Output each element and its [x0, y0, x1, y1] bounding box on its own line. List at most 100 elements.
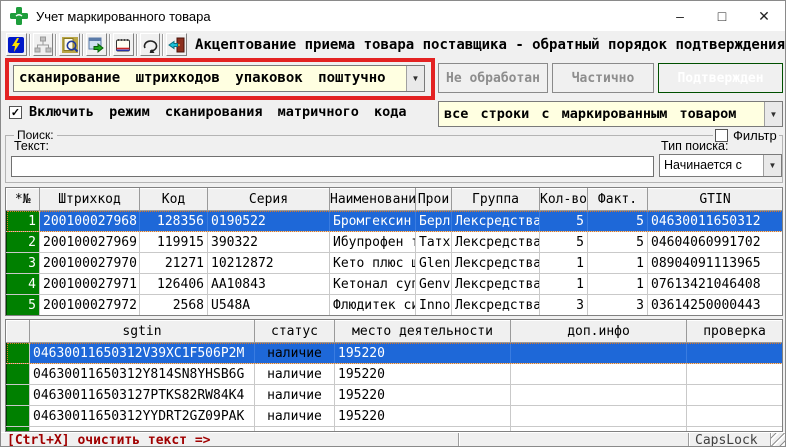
row-number-indicator: 3 — [6, 252, 40, 274]
maximize-button[interactable]: □ — [701, 1, 743, 31]
items-cell: Кетонал суп — [329, 273, 416, 295]
items-row[interactable]: 52001000279722568U548AФлюдитек сиInnotЛе… — [6, 294, 782, 315]
capslock-indicator: CapsLock — [689, 433, 771, 446]
column-header[interactable]: Серия — [207, 188, 330, 211]
sgtin-row[interactable]: 046300116503127PTKS82RW84K4 наличие 195220 — [6, 384, 782, 406]
sgtin-row[interactable]: 04630011650312V39XC1F506P2M наличие 195220 — [6, 342, 782, 364]
items-cell: Лексредства — [451, 294, 540, 315]
items-cell: 1 — [587, 252, 648, 274]
search-document-icon — [61, 36, 78, 53]
items-cell: 200100027972 — [39, 294, 140, 315]
chevron-down-icon[interactable]: ▼ — [764, 102, 782, 126]
confirmed-button[interactable]: Подтвержден — [658, 63, 783, 93]
column-header[interactable]: Код — [139, 188, 208, 211]
items-row[interactable]: 3 200100027970 21271 10212872 Кето плюс ш Gle… — [6, 252, 782, 274]
items-cell: 07613421046408 — [647, 273, 782, 295]
toolbar-separator — [108, 33, 111, 56]
items-cell: 119915 — [139, 231, 208, 253]
sgtin-cell: наличие — [254, 342, 335, 364]
sgtin-cell — [510, 384, 687, 406]
run-button[interactable] — [5, 33, 27, 56]
column-header[interactable]: GTIN — [647, 188, 782, 211]
items-cell: 5 — [587, 231, 648, 253]
toolbar-separator — [135, 33, 138, 56]
column-header[interactable]: место деятельности — [334, 320, 511, 343]
column-header[interactable]: статус — [254, 320, 335, 343]
unprocessed-button[interactable]: Не обработан — [438, 63, 548, 93]
row-number-indicator: 1 — [6, 210, 40, 232]
items-cell: 1 — [539, 252, 588, 274]
exit-button[interactable] — [166, 33, 188, 56]
items-cell: 200100027971 — [39, 273, 140, 295]
row-number-indicator: 5 — [6, 294, 40, 315]
toolbar: Акцептование приема товара поставщика - … — [1, 31, 785, 58]
column-header[interactable]: Наименовани — [329, 188, 416, 211]
column-header[interactable] — [6, 320, 30, 343]
sgtin-cell: 195220 — [334, 363, 511, 385]
sgtin-table: sgtin статус место деятельности доп.инфо про… — [5, 319, 783, 432]
toolbar-separator — [82, 33, 85, 56]
sgtin-cell — [510, 342, 687, 364]
refresh-button[interactable] — [139, 33, 161, 56]
items-cell: 04630011650312 — [647, 210, 782, 232]
column-header[interactable]: Факт. — [587, 188, 648, 211]
column-header[interactable]: Штрихкод — [39, 188, 140, 211]
items-cell: 21271 — [139, 252, 208, 274]
items-cell: 1 — [539, 273, 588, 295]
app-window: Учет маркированного товара – □ ✕ Акцепто… — [0, 0, 786, 447]
items-row[interactable]: 2 200100027969 119915 390322 Ибупрофен т Татх… — [6, 231, 782, 253]
notebook-icon — [116, 38, 131, 51]
search-input[interactable] — [11, 156, 654, 177]
column-header[interactable]: Прои — [415, 188, 452, 211]
items-cell: 200100027969 — [39, 231, 140, 253]
notebook-button[interactable] — [112, 33, 134, 56]
matrix-mode-label: Включить режим сканирования матричного к… — [29, 104, 407, 120]
status-bar: [Ctrl+X] очистить текст => CapsLock — [1, 432, 785, 446]
search-text-label: Текст: — [14, 139, 49, 153]
sgtin-cell — [686, 384, 782, 406]
minimize-button[interactable]: – — [659, 1, 701, 31]
close-button[interactable]: ✕ — [743, 1, 785, 31]
search-document-button[interactable] — [59, 33, 81, 56]
items-row[interactable]: 1 200100027968 128356 0190522 Бромгексин Берл… — [6, 210, 782, 232]
sgtin-cell: наличие — [254, 384, 335, 406]
column-header[interactable]: Группа — [451, 188, 540, 211]
exit-door-icon — [167, 37, 185, 52]
rows-filter-value: все строки с маркированным товаром — [444, 106, 737, 122]
items-cell: 10212872 — [207, 252, 330, 274]
column-header[interactable]: sgtin — [29, 320, 255, 343]
items-cell: 5 — [539, 210, 588, 232]
save-export-icon — [88, 37, 105, 53]
sgtin-row[interactable]: 04630011650312YYDRT2GZ09PAK наличие 195220 — [6, 405, 782, 427]
toolbar-separator — [162, 33, 165, 56]
items-row[interactable]: 4 200100027971 126406 AA10843 Кетонал суп Gen… — [6, 273, 782, 295]
search-type-select[interactable]: Начинается с ▼ — [659, 154, 782, 177]
sgtin-row[interactable]: 04630011650312Y814SN8YHSB6G наличие 195220 — [6, 363, 782, 385]
hierarchy-icon — [34, 36, 52, 52]
column-header[interactable]: *№ — [6, 188, 40, 211]
matrix-mode-checkbox[interactable]: ✓ — [9, 105, 22, 119]
items-cell: Татхи — [415, 231, 452, 253]
sgtin-cell — [686, 342, 782, 364]
items-cell: 03614250000443 — [647, 294, 782, 315]
resize-grip-icon[interactable] — [771, 433, 785, 446]
column-header[interactable]: проверка — [686, 320, 782, 343]
items-cell: Лексредства — [451, 231, 540, 253]
column-header[interactable]: доп.инфо — [510, 320, 687, 343]
chevron-down-icon[interactable]: ▼ — [763, 155, 781, 176]
items-cell: 128356 — [139, 210, 208, 232]
rows-filter-select[interactable]: все строки с маркированным товаром ▼ — [438, 101, 783, 127]
items-cell: U548A — [207, 294, 330, 315]
chevron-down-icon[interactable]: ▼ — [406, 66, 424, 91]
scan-mode-select[interactable]: сканирование штрихкодов упаковок поштучн… — [13, 65, 425, 92]
column-header[interactable]: Кол-во — [539, 188, 588, 211]
green-cross-app-icon — [10, 7, 28, 25]
items-cell: Innot — [415, 294, 452, 315]
items-cell: Genve — [415, 273, 452, 295]
sgtin-cell: 046300116503127PTKS82RW84K4 — [29, 384, 255, 406]
save-export-button[interactable] — [86, 33, 107, 56]
items-cell: Лексредства — [451, 210, 540, 232]
partial-button[interactable]: Частично — [552, 63, 654, 93]
row-number-indicator: 4 — [6, 273, 40, 295]
hierarchy-button[interactable] — [32, 33, 54, 56]
